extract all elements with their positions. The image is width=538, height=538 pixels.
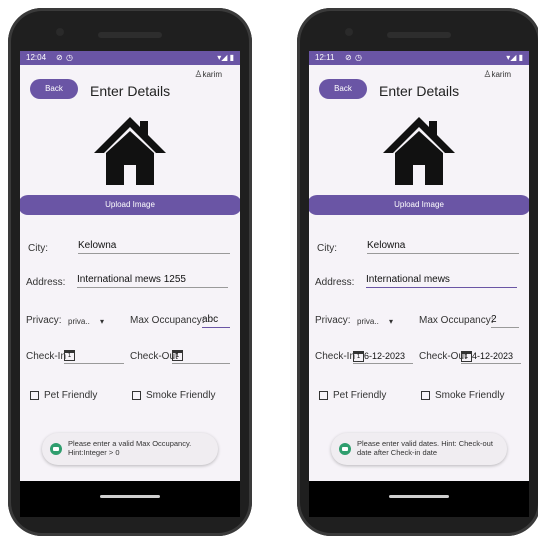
smoke-friendly-label: Smoke Friendly <box>435 390 505 401</box>
address-label: Address: <box>315 277 355 288</box>
sync-icon: ◷ <box>355 53 362 62</box>
toast-text: Please enter valid dates. Hint: Check-ou… <box>357 439 493 457</box>
privacy-dropdown[interactable]: priva.. ▾ <box>357 317 393 326</box>
user-name: karim <box>491 70 511 79</box>
upload-image-button[interactable]: Upload Image <box>20 195 240 215</box>
city-label: City: <box>28 243 48 254</box>
dropdown-arrow-icon: ▾ <box>389 317 394 326</box>
city-label: City: <box>317 243 337 254</box>
address-label: Address: <box>26 277 66 288</box>
notification-icon: ⊘ <box>345 53 352 62</box>
nav-bar <box>20 481 240 517</box>
checkout-label: Check-Out <box>130 351 178 362</box>
screen-left: 12:04 ⊘ ◷ ▾◢ ▮ ♙karim Back Enter Details… <box>20 51 240 481</box>
toast-message: Please enter a valid Max Occupancy. Hint… <box>42 433 218 465</box>
speaker <box>387 32 451 38</box>
nav-bar <box>309 481 529 517</box>
checkout-input[interactable]: 1 <box>172 349 230 364</box>
notification-icon: ⊘ <box>56 53 63 62</box>
city-input[interactable]: Kelowna <box>367 239 519 254</box>
pet-friendly-label: Pet Friendly <box>333 390 387 401</box>
sync-icon: ◷ <box>66 53 73 62</box>
privacy-label: Privacy: <box>315 315 351 326</box>
address-input[interactable]: International mews 1255 <box>77 273 228 288</box>
checkout-input[interactable]: 1 4-12-2023 <box>461 349 521 364</box>
user-label: ♙karim <box>194 69 222 80</box>
checkout-value: 4-12-2023 <box>472 351 514 361</box>
max-occupancy-label: Max Occupancy: <box>419 315 494 326</box>
address-input[interactable]: International mews <box>366 273 517 288</box>
calendar-icon: 1 <box>461 351 472 363</box>
user-name: karim <box>202 70 222 79</box>
screen-right: 12:11 ⊘ ◷ ▾◢ ▮ ♙karim Back Enter Details… <box>309 51 529 481</box>
home-handle[interactable] <box>389 495 449 498</box>
home-handle[interactable] <box>100 495 160 498</box>
privacy-dropdown[interactable]: priva.. ▾ <box>68 317 104 326</box>
checkin-label: Check-In <box>26 351 66 362</box>
house-icon <box>383 117 455 185</box>
status-time: 12:04 <box>26 53 47 62</box>
checkout-label: Check-Out <box>419 351 467 362</box>
calendar-icon: 1 <box>353 351 364 363</box>
calendar-icon: 1 <box>172 349 183 361</box>
user-label: ♙karim <box>483 69 511 80</box>
pet-friendly-checkbox[interactable] <box>319 391 328 400</box>
app-icon <box>339 443 351 455</box>
smoke-friendly-checkbox[interactable] <box>421 391 430 400</box>
toast-text: Please enter a valid Max Occupancy. Hint… <box>68 439 192 457</box>
max-occupancy-input[interactable]: 2 <box>491 313 519 328</box>
upload-image-button[interactable]: Upload Image <box>309 195 529 215</box>
city-input[interactable]: Kelowna <box>78 239 230 254</box>
checkin-input[interactable]: 1 <box>64 349 124 364</box>
status-bar: 12:04 ⊘ ◷ ▾◢ ▮ <box>20 51 240 65</box>
checkin-label: Check-In <box>315 351 355 362</box>
page-title: Enter Details <box>379 83 460 99</box>
calendar-icon: 1 <box>64 349 75 361</box>
page-title: Enter Details <box>90 83 171 99</box>
toast-message: Please enter valid dates. Hint: Check-ou… <box>331 433 507 465</box>
checkin-value: 6-12-2023 <box>364 351 406 361</box>
privacy-label: Privacy: <box>26 315 62 326</box>
dropdown-arrow-icon: ▾ <box>100 317 105 326</box>
battery-icon: ▾◢ ▮ <box>217 53 234 62</box>
pet-friendly-label: Pet Friendly <box>44 390 98 401</box>
smoke-friendly-label: Smoke Friendly <box>146 390 216 401</box>
pet-friendly-checkbox[interactable] <box>30 391 39 400</box>
phone-left: 12:04 ⊘ ◷ ▾◢ ▮ ♙karim Back Enter Details… <box>8 8 252 536</box>
checkin-input[interactable]: 1 6-12-2023 <box>353 349 413 364</box>
app-icon <box>50 443 62 455</box>
smoke-friendly-checkbox[interactable] <box>132 391 141 400</box>
back-button[interactable]: Back <box>30 79 78 99</box>
speaker <box>98 32 162 38</box>
max-occupancy-input[interactable]: abc <box>202 313 230 328</box>
checkin-label-text: Check-In <box>26 351 67 362</box>
phone-right: 12:11 ⊘ ◷ ▾◢ ▮ ♙karim Back Enter Details… <box>297 8 538 536</box>
battery-icon: ▾◢ ▮ <box>506 53 523 62</box>
camera <box>56 28 64 36</box>
status-bar: 12:11 ⊘ ◷ ▾◢ ▮ <box>309 51 529 65</box>
privacy-value: priva.. <box>357 317 379 326</box>
house-icon <box>94 117 166 185</box>
max-occupancy-label: Max Occupancy: <box>130 315 205 326</box>
camera <box>345 28 353 36</box>
back-button[interactable]: Back <box>319 79 367 99</box>
status-time: 12:11 <box>315 53 335 62</box>
privacy-value: priva.. <box>68 317 90 326</box>
checkin-label-text: Check-In <box>315 351 356 362</box>
